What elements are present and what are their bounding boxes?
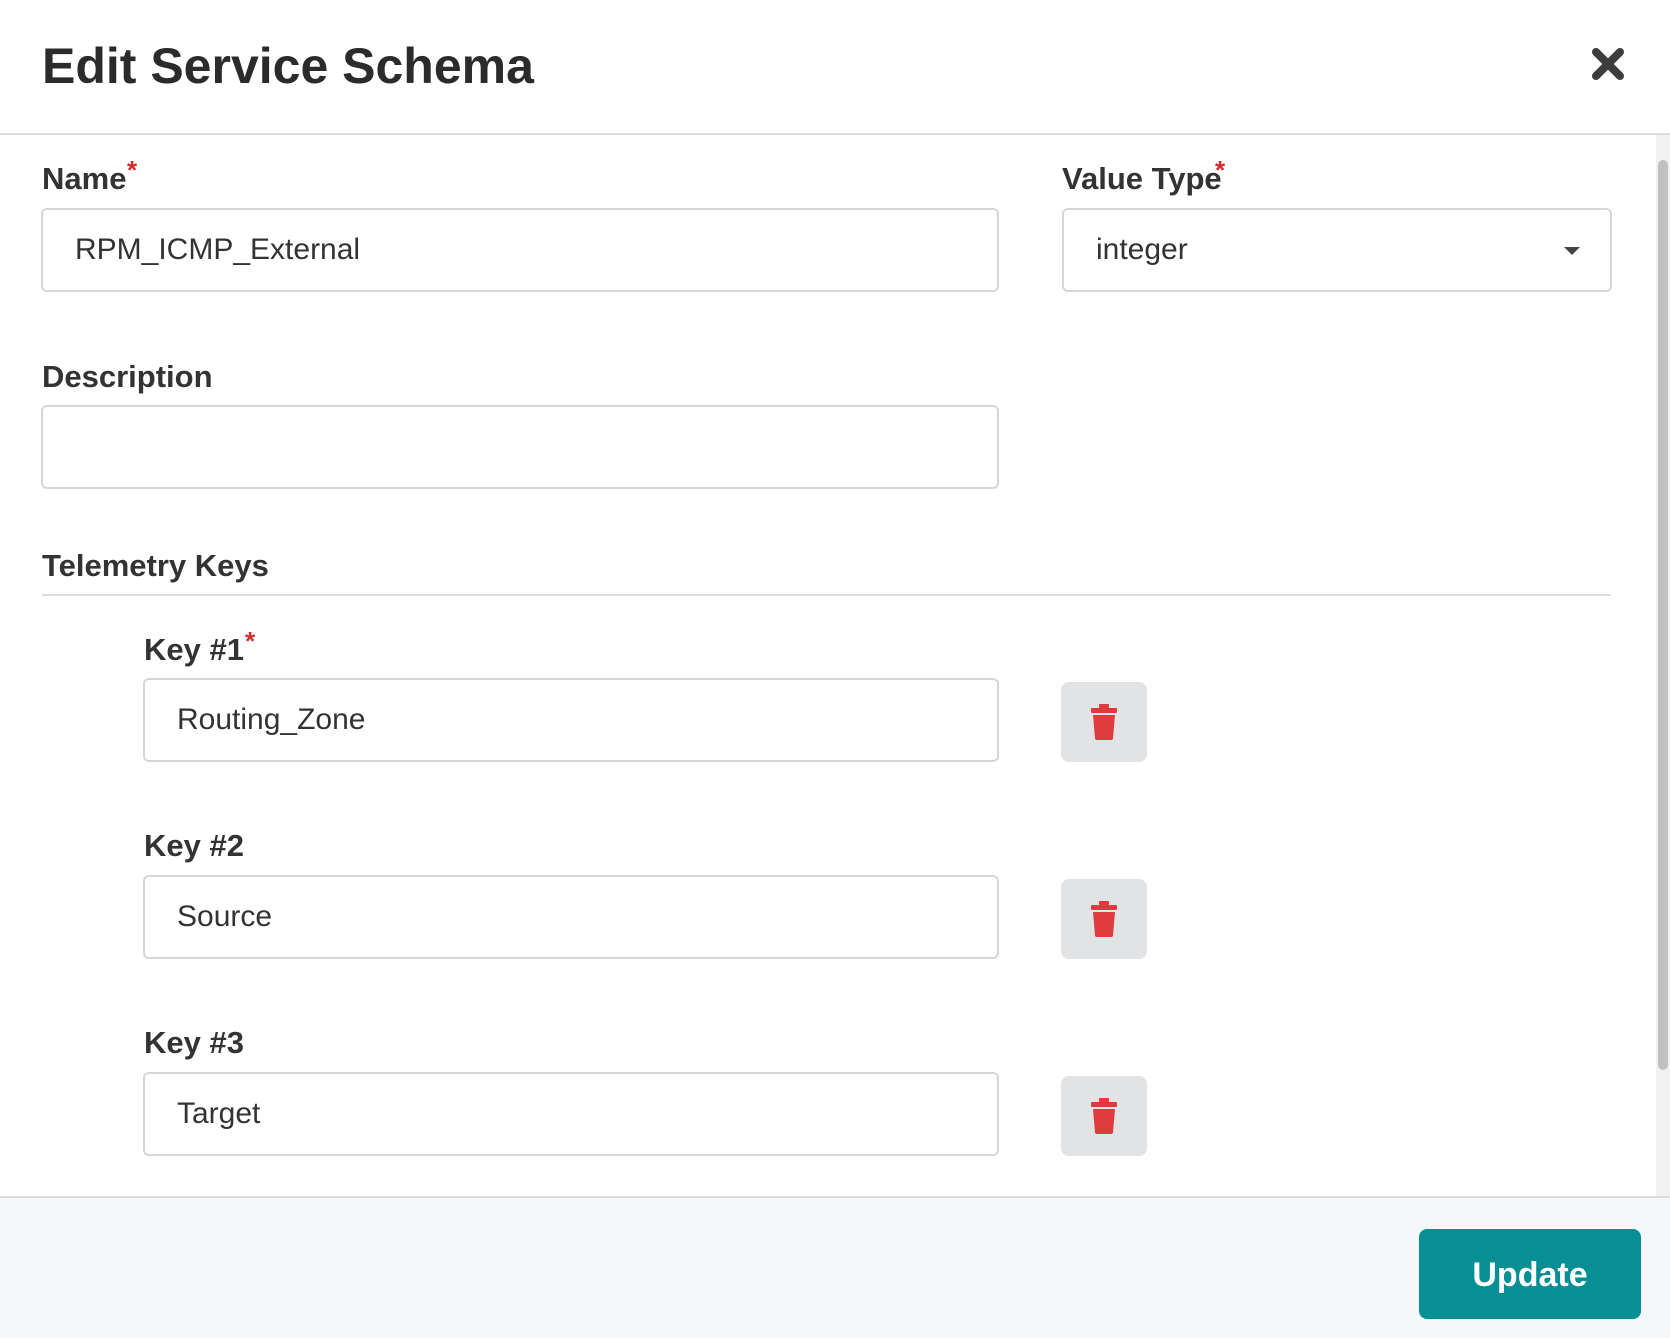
key-1-input[interactable]: Routing_Zone [143,678,999,762]
scrollbar-thumb[interactable] [1658,160,1668,1070]
dialog-body: Name * RPM_ICMP_External Value Type * in… [0,135,1670,1196]
delete-key-2-button[interactable] [1061,879,1147,959]
trash-icon [1091,1098,1117,1134]
value-type-required-marker: * [1215,155,1226,185]
key-3-input[interactable]: Target [143,1072,999,1156]
key-2-input[interactable]: Source [143,875,999,959]
delete-key-3-button[interactable] [1061,1076,1147,1156]
key-1-required-marker: * [245,626,256,656]
delete-key-1-button[interactable] [1061,682,1147,762]
description-label: Description [42,359,213,394]
name-label: Name [42,161,127,196]
telemetry-keys-heading: Telemetry Keys [42,548,269,583]
chevron-down-icon [1564,247,1580,255]
description-input[interactable] [41,405,999,489]
trash-icon [1091,901,1117,937]
value-type-select[interactable]: integer [1062,208,1612,292]
key-1-label: Key #1 [144,632,244,667]
trash-icon [1091,704,1117,740]
close-button[interactable] [1588,44,1628,84]
key-2-label: Key #2 [144,828,244,863]
value-type-selected: integer [1096,233,1188,266]
section-divider [42,594,1611,596]
dialog-title: Edit Service Schema [42,38,534,94]
edit-service-schema-dialog: Edit Service Schema Name * RPM_ICMP_Exte… [0,0,1670,1338]
name-required-marker: * [127,155,138,185]
key-3-label: Key #3 [144,1025,244,1060]
update-button[interactable]: Update [1419,1229,1641,1319]
value-type-label: Value Type [1062,161,1222,196]
close-icon [1592,48,1624,80]
name-input[interactable]: RPM_ICMP_External [41,208,999,292]
dialog-header: Edit Service Schema [0,0,1670,135]
